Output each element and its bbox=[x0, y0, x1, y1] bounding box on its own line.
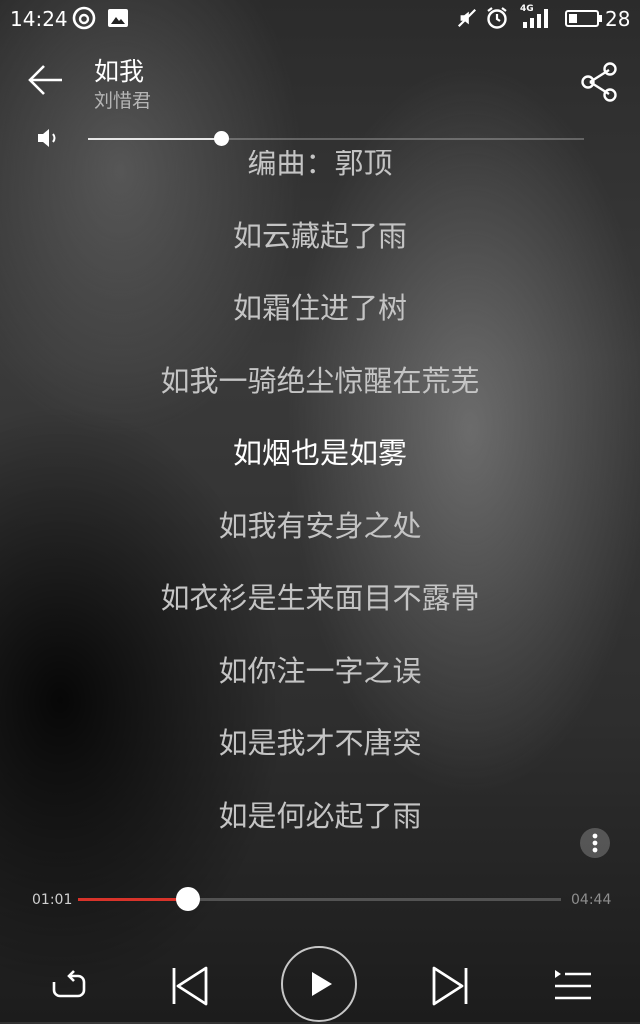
status-bar: 14:24 4G 28 bbox=[0, 0, 640, 36]
more-options-button[interactable] bbox=[580, 828, 610, 858]
lyric-line[interactable]: 如我有安身之处 bbox=[0, 503, 640, 545]
song-title: 如我 bbox=[94, 57, 145, 86]
lyric-line[interactable]: 如我一骑绝尘惊醒在荒芜 bbox=[0, 358, 640, 400]
lyric-line[interactable]: 编曲：郭顶 bbox=[0, 150, 640, 182]
battery-icon bbox=[565, 10, 602, 27]
lyric-line[interactable]: 如衣衫是生来面目不露骨 bbox=[0, 575, 640, 617]
more-vertical-icon bbox=[592, 833, 598, 853]
lyric-line[interactable]: 如是我才不唐突 bbox=[0, 720, 640, 762]
gallery-notification-icon bbox=[108, 9, 128, 27]
alarm-icon bbox=[487, 7, 507, 29]
back-arrow-icon[interactable] bbox=[26, 60, 66, 100]
lyric-line[interactable]: 如是何必起了雨 bbox=[0, 793, 640, 835]
lyrics-panel[interactable]: 编曲：郭顶如云藏起了雨 如霜住进了树 如我一骑绝尘惊醒在荒芜 如烟也是如雾 如我有安身之… bbox=[0, 150, 640, 865]
play-button[interactable] bbox=[281, 946, 357, 1022]
lyric-line[interactable]: 如云藏起了雨 bbox=[0, 213, 640, 255]
status-time: 14:24 bbox=[10, 7, 68, 31]
mute-icon bbox=[457, 8, 477, 28]
song-artist[interactable]: 刘惜君 bbox=[94, 86, 151, 113]
progress-fill bbox=[78, 898, 189, 901]
progress-thumb[interactable] bbox=[176, 887, 201, 911]
battery-level: 28 bbox=[605, 7, 631, 31]
lyric-line[interactable]: 如你注一字之误 bbox=[0, 648, 640, 690]
previous-track-icon[interactable] bbox=[162, 958, 218, 1014]
volume-slider-thumb[interactable] bbox=[214, 131, 230, 146]
lyric-line[interactable]: 如霜住进了树 bbox=[0, 285, 640, 327]
play-icon bbox=[312, 972, 332, 996]
repeat-mode-icon[interactable] bbox=[40, 958, 96, 1014]
netease-music-icon bbox=[72, 6, 96, 30]
total-time: 04:44 bbox=[571, 892, 612, 908]
volume-icon[interactable] bbox=[36, 126, 64, 150]
lyric-line-current[interactable]: 如烟也是如雾 bbox=[0, 430, 640, 472]
volume-slider-fill bbox=[88, 138, 222, 140]
playlist-icon[interactable] bbox=[545, 958, 601, 1014]
elapsed-time: 01:01 bbox=[32, 892, 73, 908]
signal-icon bbox=[523, 9, 548, 28]
share-icon[interactable] bbox=[578, 60, 622, 104]
next-track-icon[interactable] bbox=[422, 958, 478, 1014]
